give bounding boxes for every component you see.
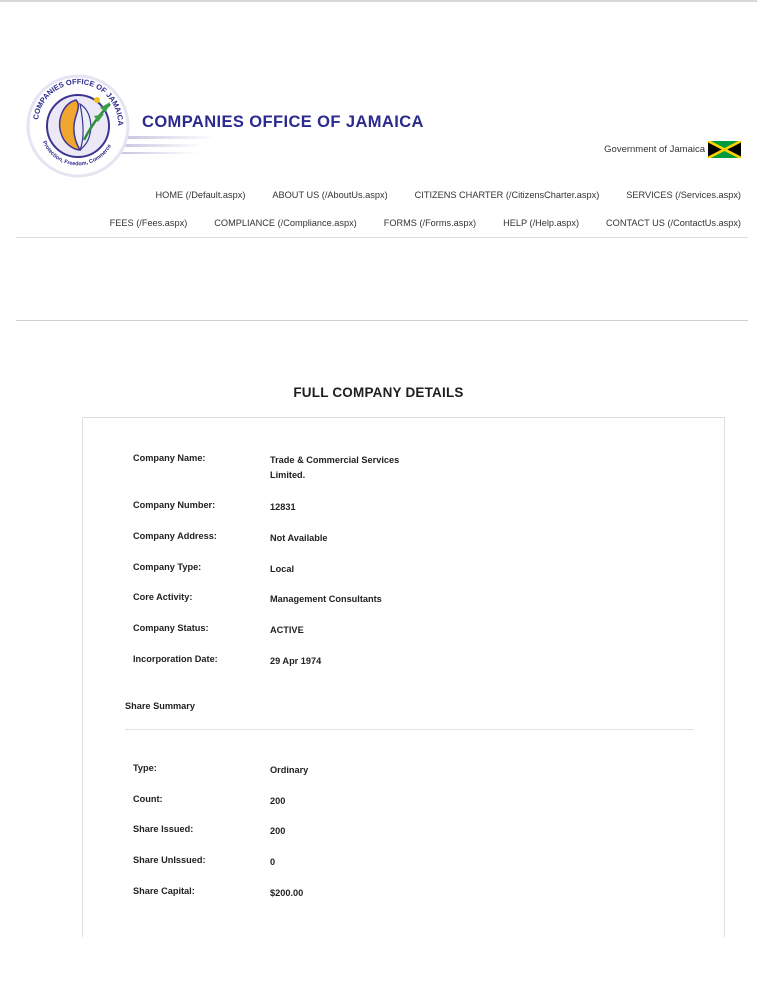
detail-value: 12831 [270, 502, 296, 512]
detail-value: ACTIVE [270, 625, 304, 635]
detail-label: Company Number: [133, 500, 216, 510]
nav-citizens-charter[interactable]: CITIZENS CHARTER (/CitizensCharter.aspx) [415, 190, 600, 200]
share-label: Type: [133, 763, 157, 773]
content-divider [16, 320, 748, 321]
nav-help[interactable]: HELP (/Help.aspx) [503, 218, 579, 228]
share-value: 200 [270, 826, 286, 836]
detail-label: Company Name: [133, 453, 206, 463]
detail-label: Incorporation Date: [133, 654, 218, 664]
share-value: Ordinary [270, 765, 309, 775]
top-border [0, 0, 757, 2]
gov-label: Government of Jamaica [604, 144, 705, 155]
share-value: 0 [270, 857, 276, 867]
nav-home[interactable]: HOME (/Default.aspx) [156, 190, 246, 200]
detail-label: Company Type: [133, 562, 202, 572]
detail-value: Not Available [270, 533, 328, 543]
detail-label: Core Activity: [133, 592, 193, 602]
share-value: $200.00 [270, 888, 304, 898]
page-title: FULL COMPANY DETAILS [293, 385, 464, 400]
government-of-jamaica-link[interactable]: Government of Jamaica [604, 141, 741, 158]
detail-value: Local [270, 564, 294, 574]
jamaica-flag-icon [708, 141, 741, 158]
detail-value: 29 Apr 1974 [270, 656, 322, 666]
nav-services[interactable]: SERVICES (/Services.aspx) [626, 190, 741, 200]
share-summary-divider [125, 729, 694, 730]
share-label: Share Issued: [133, 824, 194, 834]
detail-value: Management Consultants [270, 594, 382, 604]
nav-forms[interactable]: FORMS (/Forms.aspx) [384, 218, 476, 228]
detail-label: Company Address: [133, 531, 217, 541]
share-label: Share UnIssued: [133, 855, 206, 865]
nav-compliance[interactable]: COMPLIANCE (/Compliance.aspx) [214, 218, 356, 228]
nav-fees[interactable]: FEES (/Fees.aspx) [110, 218, 188, 228]
nav-divider [16, 237, 748, 238]
share-label: Share Capital: [133, 886, 195, 896]
detail-value: Trade & Commercial Services Limited. [270, 455, 400, 480]
detail-label: Company Status: [133, 623, 209, 633]
main-nav-row-2: FEES (/Fees.aspx) COMPLIANCE (/Complianc… [16, 218, 741, 228]
share-value: 200 [270, 796, 286, 806]
site-title[interactable]: COMPANIES OFFICE OF JAMAICA [142, 113, 424, 132]
company-details-panel: Company Name: Trade & Commercial Service… [82, 417, 725, 937]
share-summary-title: Share Summary [125, 701, 195, 711]
nav-contact-us[interactable]: CONTACT US (/ContactUs.aspx) [606, 218, 741, 228]
main-nav-row-1: HOME (/Default.aspx) ABOUT US (/AboutUs.… [16, 190, 741, 200]
nav-about-us[interactable]: ABOUT US (/AboutUs.aspx) [272, 190, 387, 200]
share-label: Count: [133, 794, 163, 804]
